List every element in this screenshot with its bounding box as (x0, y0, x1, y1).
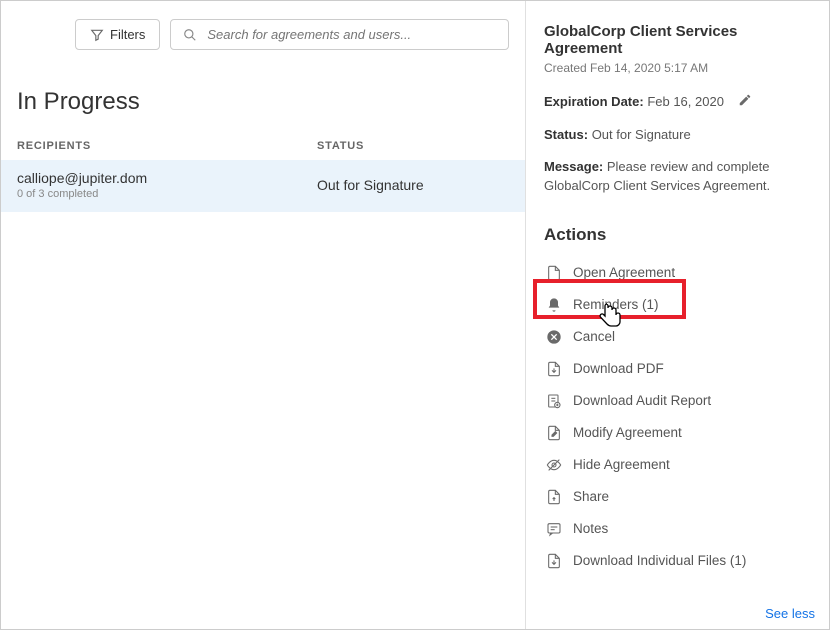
action-modify-agreement[interactable]: Modify Agreement (544, 417, 811, 449)
action-label: Download Audit Report (573, 393, 711, 408)
table-header: RECIPIENTS STATUS (1, 132, 525, 160)
action-label: Notes (573, 521, 608, 536)
table-row[interactable]: calliope@jupiter.dom 0 of 3 completed Ou… (1, 160, 525, 212)
share-icon (546, 489, 562, 505)
action-label: Reminders (1) (573, 297, 659, 312)
eye-off-icon (546, 457, 562, 473)
action-label: Hide Agreement (573, 457, 670, 472)
doc-created: Created Feb 14, 2020 5:17 AM (544, 61, 811, 75)
message-row: Message: Please review and complete Glob… (544, 158, 811, 194)
action-notes[interactable]: Notes (544, 513, 811, 545)
main-panel: Filters In Progress RECIPIENTS STATUS ca… (1, 1, 526, 629)
action-label: Modify Agreement (573, 425, 682, 440)
audit-report-icon (546, 393, 562, 409)
recipient-email: calliope@jupiter.dom (17, 170, 317, 186)
search-input[interactable] (207, 27, 496, 42)
filters-button[interactable]: Filters (75, 19, 160, 50)
row-status: Out for Signature (317, 177, 509, 193)
edit-expiration-button[interactable] (738, 93, 752, 112)
action-label: Open Agreement (573, 265, 675, 280)
recipient-progress: 0 of 3 completed (17, 188, 317, 200)
funnel-icon (90, 28, 104, 42)
modify-icon (546, 425, 562, 441)
col-header-status: STATUS (317, 140, 509, 152)
doc-title: GlobalCorp Client Services Agreement (544, 23, 811, 57)
search-box[interactable] (170, 19, 509, 50)
action-cancel[interactable]: Cancel (544, 321, 811, 353)
document-icon (546, 265, 562, 281)
status-row: Status: Out for Signature (544, 126, 811, 144)
action-reminders[interactable]: Reminders (1) (544, 289, 811, 321)
actions-header: Actions (544, 225, 811, 245)
action-label: Download PDF (573, 361, 664, 376)
bell-icon (546, 297, 562, 313)
action-download-individual[interactable]: Download Individual Files (1) (544, 545, 811, 577)
action-label: Share (573, 489, 609, 504)
col-header-recipients: RECIPIENTS (17, 140, 317, 152)
download-files-icon (546, 553, 562, 569)
action-open-agreement[interactable]: Open Agreement (544, 257, 811, 289)
section-title: In Progress (1, 68, 525, 132)
message-label: Message: (544, 159, 603, 174)
action-label: Cancel (573, 329, 615, 344)
action-download-audit[interactable]: Download Audit Report (544, 385, 811, 417)
pencil-icon (738, 93, 752, 107)
expiration-label: Expiration Date: (544, 94, 644, 109)
cancel-icon (546, 329, 562, 345)
action-label: Download Individual Files (1) (573, 553, 746, 568)
expiration-row: Expiration Date: Feb 16, 2020 (544, 93, 811, 112)
notes-icon (546, 521, 562, 537)
action-hide-agreement[interactable]: Hide Agreement (544, 449, 811, 481)
detail-panel: GlobalCorp Client Services Agreement Cre… (526, 1, 829, 629)
status-label: Status: (544, 127, 588, 142)
filters-label: Filters (110, 27, 145, 42)
toolbar: Filters (1, 19, 525, 68)
action-share[interactable]: Share (544, 481, 811, 513)
expiration-value: Feb 16, 2020 (647, 94, 724, 109)
action-download-pdf[interactable]: Download PDF (544, 353, 811, 385)
search-icon (183, 28, 197, 42)
see-less-link[interactable]: See less (765, 606, 815, 621)
download-pdf-icon (546, 361, 562, 377)
status-value: Out for Signature (592, 127, 691, 142)
